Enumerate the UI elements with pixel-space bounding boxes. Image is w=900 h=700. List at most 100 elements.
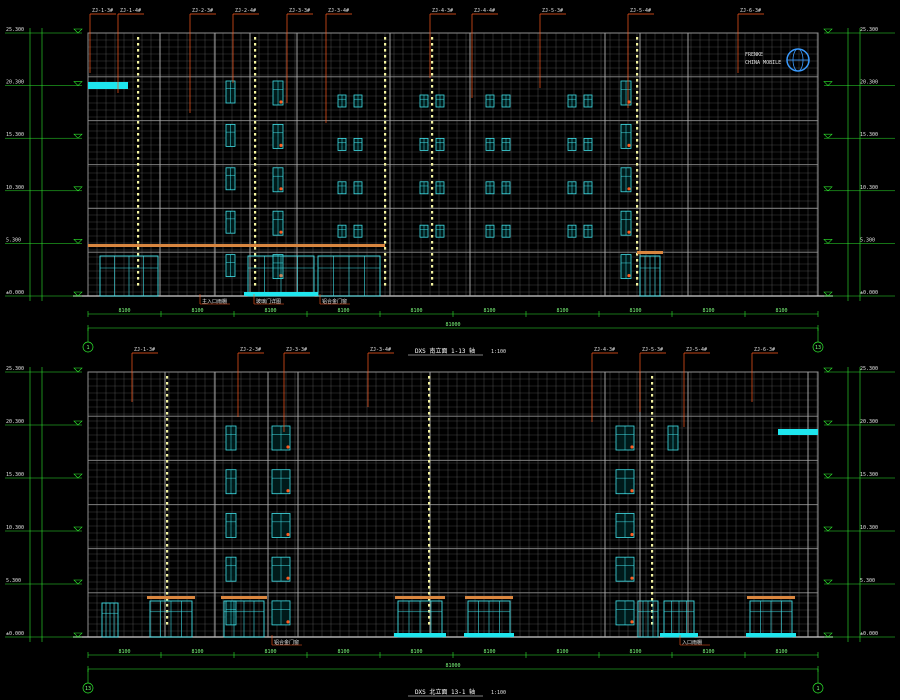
light-dot [651,538,654,541]
light-dot [137,169,140,172]
light-dot [636,157,639,160]
light-dot [428,610,431,613]
light-dot [428,538,431,541]
light-dot [431,55,434,58]
dimension-value: 8100 [410,308,422,314]
light-dot [651,598,654,601]
light-dot [651,526,654,529]
light-dot [384,67,387,70]
light-dot [137,271,140,274]
light-dot [384,193,387,196]
window [615,600,635,626]
level-label-right: 20.300 [860,419,878,425]
light-dot [428,580,431,583]
light-dot [428,394,431,397]
light-dot [651,586,654,589]
light-dot [428,448,431,451]
light-dot [384,43,387,46]
canopy [637,251,663,254]
light-dot [384,259,387,262]
window [567,224,577,238]
light-dot [636,37,639,40]
light-dot [254,253,257,256]
light-dot [166,442,169,445]
light-dot [651,406,654,409]
light-dot [166,490,169,493]
light-dot [254,145,257,148]
light-dot [166,604,169,607]
level-label-left: 10.300 [6,525,24,531]
light-dot [431,43,434,46]
light-dot [166,580,169,583]
light-dot [384,127,387,130]
callout-label: ZJ-6-3# [754,347,775,353]
callout-label: ZJ-3-3# [289,8,310,14]
window [225,210,236,234]
cyan-accent-bar [778,429,818,435]
level-label-right: 10.300 [860,185,878,191]
window [353,224,363,238]
light-dot [137,133,140,136]
light-dot [431,223,434,226]
canopy [147,596,195,599]
light-dot [428,556,431,559]
elevation-title: DXS 南立面 1-13 轴 [415,347,475,355]
light-dot [651,556,654,559]
callout-label: ZJ-5-4# [686,347,707,353]
light-dot [428,418,431,421]
window [620,80,632,106]
window [337,94,347,108]
light-dot [428,520,431,523]
light-dot [137,91,140,94]
light-dot [431,133,434,136]
light-dot [431,163,434,166]
light-dot [254,169,257,172]
entrance-steps [464,633,514,637]
entrance-steps [394,633,446,637]
light-dot [651,490,654,493]
light-dot [431,253,434,256]
level-label-left: 5.300 [6,578,21,584]
light-dot [651,442,654,445]
callout-label: ZJ-2-3# [192,8,213,14]
level-label-left: 10.300 [6,185,24,191]
dimension-value: 8100 [483,649,495,655]
light-dot [384,283,387,286]
light-dot [137,145,140,148]
light-dot [254,205,257,208]
dimension-value: 8100 [191,649,203,655]
light-dot [651,388,654,391]
level-label-right: 15.300 [860,132,878,138]
window [225,556,237,582]
light-dot [431,109,434,112]
light-dot [636,139,639,142]
light-dot [651,550,654,553]
callout-label: ZJ-6-3# [740,8,761,14]
light-dot [384,235,387,238]
light-dot [636,193,639,196]
level-label-left: ±0.000 [6,631,24,637]
light-dot [636,283,639,286]
light-dot [166,412,169,415]
window [501,94,511,108]
light-dot [166,532,169,535]
window [615,425,635,451]
window-marker [286,532,290,537]
light-dot [428,460,431,463]
light-dot [254,121,257,124]
window [583,224,593,238]
light-dot [384,133,387,136]
dimension-value: 8100 [775,308,787,314]
window [501,181,511,195]
light-dot [137,97,140,100]
window [620,167,632,193]
light-dot [636,67,639,70]
window [435,224,445,238]
callout-label: ZJ-1-4# [120,8,141,14]
light-dot [431,139,434,142]
window-marker [630,489,634,493]
window [353,181,363,195]
light-dot [651,376,654,379]
light-dot [636,247,639,250]
light-dot [428,490,431,493]
